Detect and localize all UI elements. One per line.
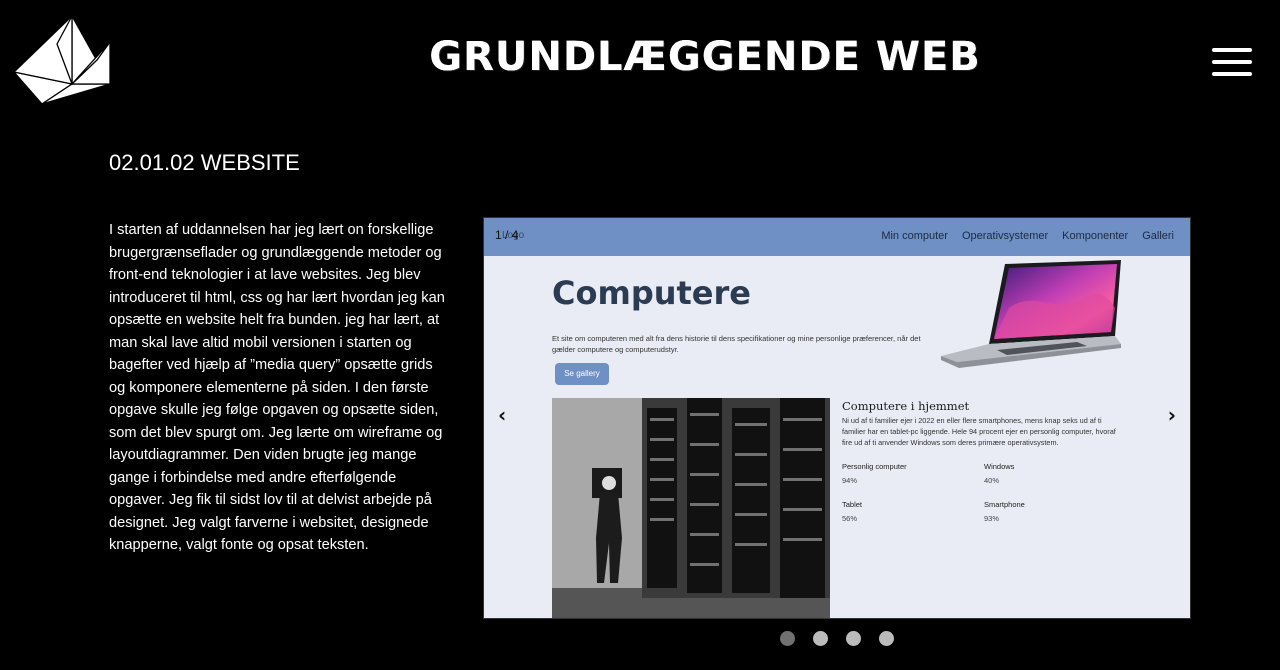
stat-label: Smartphone [984,500,1025,509]
stat-value: 93% [984,514,1000,523]
slide-dot-3[interactable] [846,631,861,646]
stat-value: 56% [842,514,858,523]
screenshot-nav-link: Operativsystemer [961,230,1049,242]
slide-dot-4[interactable] [879,631,894,646]
stat-smartphone: Smartphone 93% [984,500,1025,523]
slide-dot-1[interactable] [780,631,795,646]
hamburger-menu-icon[interactable] [1212,48,1252,84]
screenshot-nav-bar: Logo 1 / 4 Min computer Operativsystemer… [484,218,1190,256]
screenshot-hero-title: Computere [552,274,751,312]
site-title: GRUNDLÆGGENDE WEB [429,34,981,80]
slide-counter: 1 / 4 [495,228,519,242]
next-slide-button[interactable]: › [1168,403,1176,427]
slide-dots [780,631,894,646]
menu-bar [1212,48,1252,52]
screenshot-nav-link: Min computer [881,230,948,242]
slide-dot-2[interactable] [813,631,828,646]
screenshot-nav-link: Galleri [1142,230,1174,242]
screenshot-gallery-button: Se gallery [555,363,609,385]
prev-slide-button[interactable]: ‹ [498,403,506,427]
stat-label: Personlig computer [842,462,907,471]
stat-label: Tablet [842,500,863,509]
section-title: 02.01.02 WEBSITE [109,150,300,175]
section-body-text: I starten af uddannelsen har jeg lært on… [109,222,445,553]
stat-tablet: Tablet 56% [842,500,862,523]
stat-windows: Windows 40% [984,462,1014,485]
screenshot-nav-links: Min computer Operativsystemer Komponente… [881,230,1174,242]
stat-label: Windows [984,462,1015,471]
stat-value: 94% [842,476,858,485]
screenshot-hero-description: Et site om computeren med alt fra dens h… [552,334,921,354]
slideshow-slide: Logo 1 / 4 Min computer Operativsystemer… [483,217,1191,619]
menu-bar [1212,60,1252,64]
laptop-image [941,260,1121,368]
vintage-computer-photo [552,398,830,618]
screenshot-card-title: Computere i hjemmet [842,399,970,413]
stat-value: 40% [984,476,1000,485]
stat-personal-computer: Personlig computer 94% [842,462,907,485]
screenshot-card-description: Ni ud af ti familier ejer i 2022 en elle… [842,416,1116,447]
screenshot-nav-link: Komponenter [1062,230,1129,242]
menu-bar [1212,72,1252,76]
